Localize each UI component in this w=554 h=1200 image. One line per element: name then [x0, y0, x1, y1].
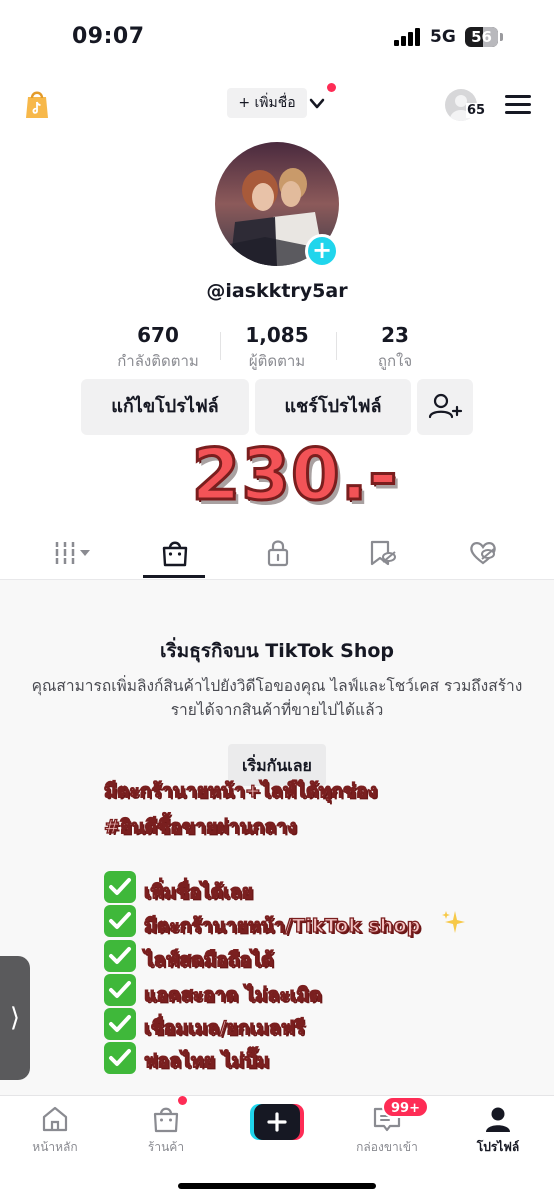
feature-item: เพิ่มชื่อได้เลย	[143, 880, 254, 903]
tab-saved[interactable]	[367, 538, 399, 568]
stat-following[interactable]: 670 กำลังติดตาม	[98, 323, 218, 373]
add-friend-button[interactable]	[417, 379, 473, 435]
check-icon	[104, 1042, 136, 1074]
active-tab-indicator	[143, 575, 205, 578]
network-label: 5G	[430, 27, 456, 47]
check-icon	[104, 905, 136, 937]
shop-bag-icon	[153, 1107, 179, 1133]
stat-followers[interactable]: 1,085 ผู้ติดตาม	[220, 323, 334, 373]
stat-label: กำลังติดตาม	[117, 352, 199, 370]
nav-profile[interactable]: โปรไฟล์	[458, 1104, 538, 1157]
side-panel-handle[interactable]: ⟩	[0, 956, 30, 1080]
stat-value: 23	[381, 323, 409, 347]
check-icon	[104, 871, 136, 903]
chevron-down-icon[interactable]	[309, 96, 325, 110]
feature-item: เชื่อมเมล/ยกเมลฟรี	[143, 1016, 305, 1039]
check-icon	[104, 940, 136, 972]
share-profile-button[interactable]: แชร์โปรไฟล์	[255, 379, 411, 435]
menu-icon[interactable]	[505, 95, 531, 115]
tab-videos[interactable]	[54, 540, 94, 570]
plus-icon	[250, 1104, 304, 1140]
create-button[interactable]	[250, 1104, 304, 1140]
nav-shop[interactable]: ร้านค้า	[126, 1104, 206, 1157]
heart-hidden-icon	[470, 542, 496, 565]
signal-icon	[394, 28, 422, 46]
battery-icon: 56	[465, 27, 498, 47]
feature-item: แอคสะอาด ไม่ละเมิด	[143, 983, 322, 1006]
add-name-button[interactable]: + เพิ่มชื่อ	[227, 88, 307, 118]
feature-item: ไลฟ์สดมือถือได้	[143, 948, 274, 971]
inbox-badge: 99+	[382, 1096, 429, 1118]
price-overlay: 230.-	[190, 433, 399, 518]
stat-value: 1,085	[245, 323, 309, 347]
shop-title: เริ่มธุรกิจบน TikTok Shop	[159, 640, 395, 662]
notification-dot	[327, 83, 336, 92]
add-friend-icon	[428, 393, 463, 419]
status-time: 09:07	[72, 24, 145, 49]
stat-label: ถูกใจ	[377, 352, 413, 370]
nav-label: ร้านค้า	[147, 1140, 185, 1154]
profile-icon	[486, 1107, 510, 1132]
nav-label: โปรไฟล์	[476, 1140, 520, 1154]
tab-shop[interactable]	[160, 538, 192, 568]
tab-private[interactable]	[263, 538, 295, 568]
promo-line: มีตะกร้านายหน้า+ไลฟ์ได้ทุกช่อง	[103, 779, 378, 802]
battery-tip	[500, 33, 503, 41]
tiktok-shop-icon[interactable]	[24, 88, 50, 120]
stat-label: ผู้ติดตาม	[248, 352, 306, 370]
edit-profile-button[interactable]: แก้ไขโปรไฟล์	[81, 379, 249, 435]
status-bar: 09:07 5G 56	[0, 0, 554, 75]
bookmark-hidden-icon	[370, 540, 396, 566]
shop-bag-icon	[162, 541, 188, 567]
divider	[336, 332, 337, 360]
feature-item: ฟอลไทย ไม่ปั๊ม	[143, 1049, 270, 1072]
grid-icon	[54, 542, 90, 564]
nav-label: กล่องขาเข้า	[356, 1140, 418, 1154]
shop-description: คุณสามารถเพิ่มลิงก์สินค้าไปยังวิดีโอของค…	[31, 677, 523, 719]
add-avatar-button[interactable]: +	[305, 234, 339, 268]
stat-value: 670	[137, 323, 179, 347]
check-icon	[104, 974, 136, 1006]
notification-count: 65	[466, 103, 487, 118]
home-indicator	[178, 1183, 376, 1189]
stat-likes[interactable]: 23 ถูกใจ	[345, 323, 445, 373]
shop-notification-dot	[178, 1096, 187, 1105]
feature-item: มีตะกร้านายหน้า/TikTok shop	[143, 914, 421, 937]
tab-liked[interactable]	[468, 538, 500, 568]
nav-label: หน้าหลัก	[32, 1140, 78, 1154]
nav-home[interactable]: หน้าหลัก	[15, 1104, 95, 1157]
check-icon	[104, 1008, 136, 1040]
home-icon	[42, 1106, 68, 1132]
lock-icon	[267, 540, 289, 567]
battery-level: 56	[471, 28, 492, 46]
username: @iaskktry5ar	[206, 280, 348, 302]
promo-line: #ยินดีซื้อขายผ่านกลาง	[103, 815, 297, 838]
sparkle-icon	[441, 909, 467, 935]
